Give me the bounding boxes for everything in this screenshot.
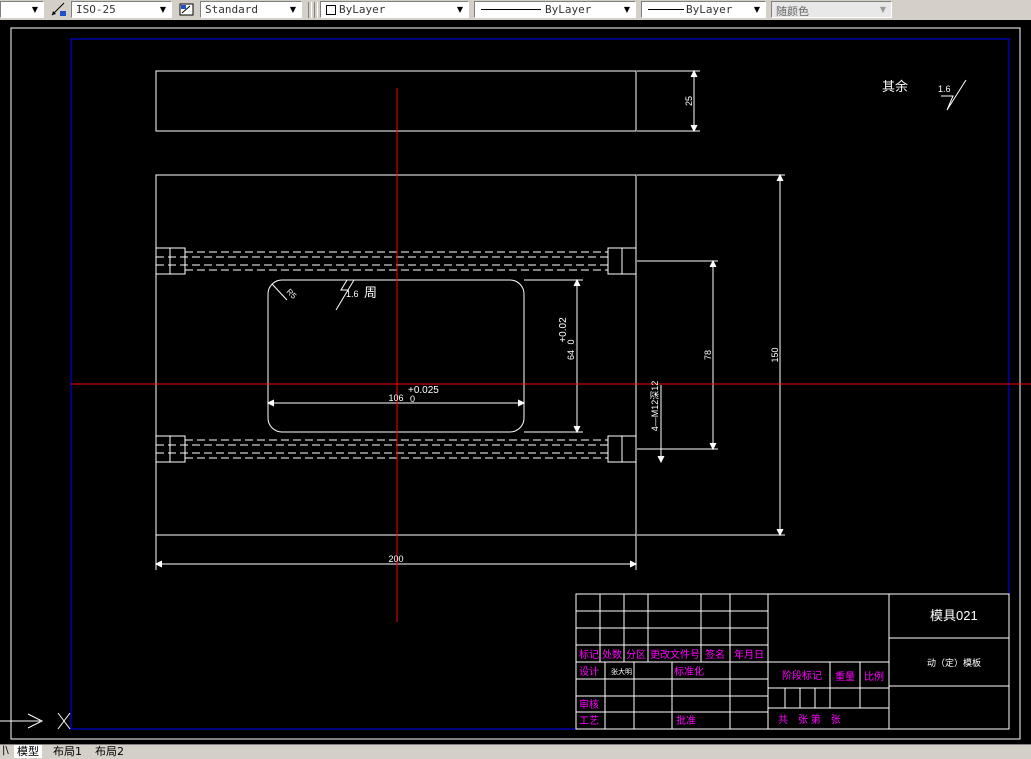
tb-standardize: 标准化: [674, 665, 704, 678]
tb-design: 设计: [579, 665, 599, 678]
textstyle-dropdown[interactable]: Standard ▼: [200, 1, 302, 18]
thread-note: 4—M12深12: [650, 381, 660, 432]
chevron-down-icon: ▼: [285, 2, 301, 17]
tb-design-sig: 张大明: [611, 667, 632, 676]
tb-mark: 标记: [579, 649, 599, 661]
roughness-note-value: 1.6: [346, 289, 359, 299]
top-view: [155, 69, 700, 133]
chevron-down-icon: ▼: [619, 2, 635, 17]
dim-pocket-height-tol-upper: +0.02: [558, 317, 569, 343]
dim-pocket-height-tol-lower: 0: [566, 339, 576, 344]
chevron-down-icon: ▼: [875, 2, 891, 17]
tb-scale: 比例: [864, 670, 884, 683]
tab-layout2[interactable]: 布局2: [92, 745, 127, 758]
tb-part-code: 模具021: [930, 608, 978, 623]
drawing-svg[interactable]: 25 150 78 200 106 +0.025 0 64 +0.02 0 4—…: [0, 20, 1031, 744]
dimstyle-dropdown[interactable]: ISO-25 ▼: [71, 1, 172, 18]
tab-layout1[interactable]: 布局1: [50, 745, 85, 758]
rest-roughness-value: 1.6: [938, 84, 951, 94]
properties-toolbar: ▼ ISO-25 ▼ Standard ▼ ByLayer ▼ ByLayer …: [0, 0, 1031, 21]
tb-count: 处数: [602, 648, 622, 661]
tb-date: 年月日: [734, 648, 764, 661]
chevron-down-icon: ▼: [452, 2, 468, 17]
linetype-dropdown[interactable]: ByLayer ▼: [474, 1, 636, 18]
dim-height: 150: [770, 347, 780, 362]
main-view: [154, 173, 785, 570]
tb-stage-mark: 阶段标记: [782, 669, 822, 682]
dim-thickness: 25: [684, 96, 694, 106]
tb-approve: 批准: [676, 714, 696, 727]
chevron-down-icon: ▼: [749, 2, 765, 17]
textstyle-icon[interactable]: [178, 1, 196, 18]
rest-roughness-label: 其余: [882, 79, 908, 94]
lineweight-sample: [648, 9, 684, 10]
toolbar-separator: [314, 2, 318, 18]
chevron-down-icon: ▼: [155, 2, 171, 17]
drawing-canvas[interactable]: 25 150 78 200 106 +0.025 0 64 +0.02 0 4—…: [0, 20, 1031, 744]
tb-review: 审核: [579, 698, 599, 711]
tb-signature: 签名: [705, 648, 725, 661]
chevron-down-icon: ▼: [27, 2, 43, 17]
dim-pocket-height: 64: [566, 350, 576, 360]
tb-sheets: 共 张 第 张: [778, 713, 841, 726]
color-swatch-icon: [326, 5, 336, 15]
dim-pocket-width-tol-lower: 0: [410, 394, 415, 404]
tb-zone: 分区: [626, 649, 646, 661]
layout-tabs: |\ 模型 布局1 布局2: [0, 744, 1031, 759]
dim-hole-spacing: 78: [703, 350, 713, 360]
tab-scroll-icon[interactable]: |\: [2, 745, 9, 756]
color-dropdown[interactable]: ByLayer ▼: [320, 1, 469, 18]
roughness-note-label: 周: [364, 285, 377, 300]
dim-width: 200: [388, 554, 403, 564]
plotstyle-dropdown[interactable]: 随颜色 ▼: [771, 1, 892, 18]
tab-model[interactable]: 模型: [14, 745, 42, 758]
dim-pocket-width: 106: [388, 393, 403, 403]
dimstyle-dropdown-tail[interactable]: ▼: [0, 1, 44, 18]
tb-process: 工艺: [579, 715, 599, 727]
linetype-sample: [481, 9, 541, 10]
dimstyle-icon[interactable]: [50, 1, 68, 18]
tb-weight: 重量: [835, 670, 855, 683]
tb-change-doc: 更改文件号: [650, 648, 700, 661]
toolbar-separator: [308, 2, 312, 18]
lineweight-dropdown[interactable]: ByLayer ▼: [641, 1, 766, 18]
tb-part-name: 动（定）模板: [927, 657, 981, 668]
